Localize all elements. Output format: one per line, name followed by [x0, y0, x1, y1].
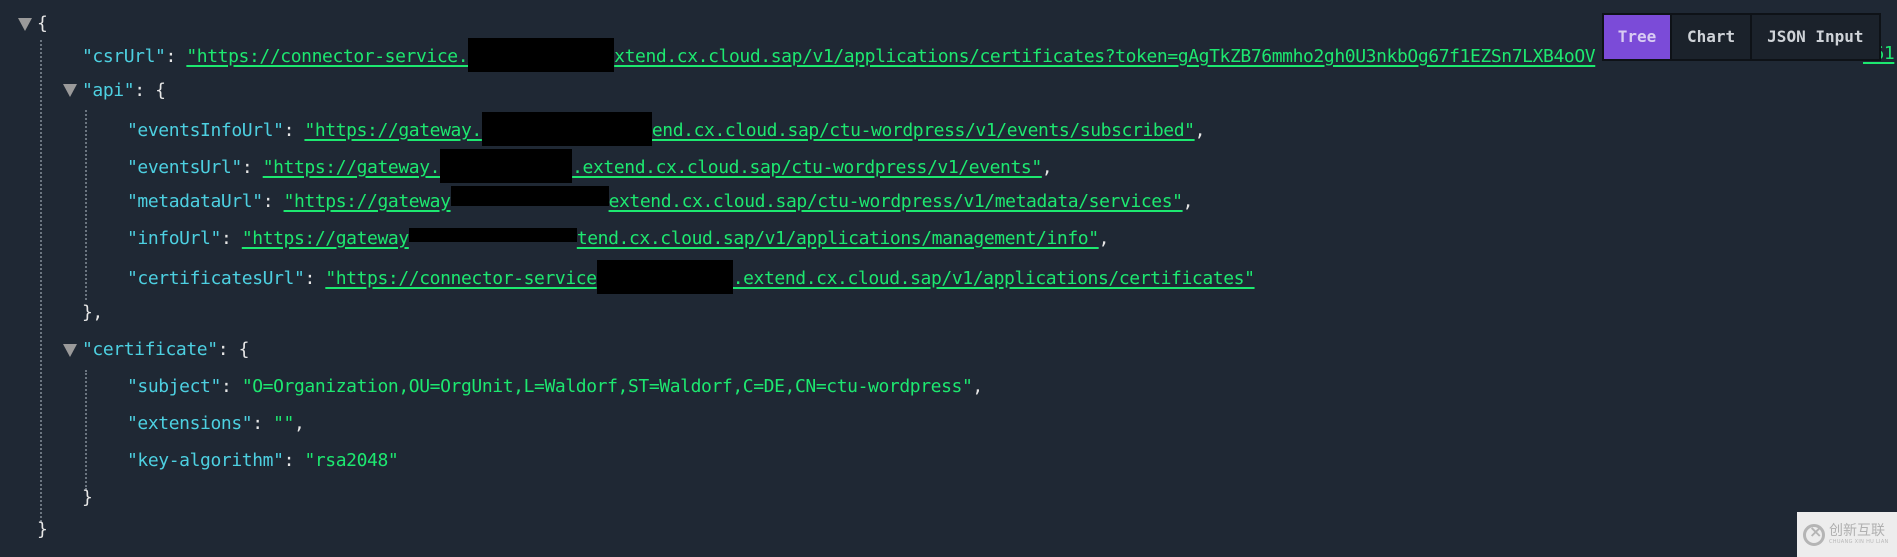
row-key-algorithm: "key-algorithm": "rsa2048": [127, 447, 399, 475]
colon: :: [252, 413, 274, 434]
colon: :: [241, 157, 263, 178]
key-key-algorithm: "key-algorithm": [127, 450, 284, 471]
colon: :: [283, 450, 305, 471]
row-api: "api": {: [82, 77, 166, 105]
key-metadataUrl: "metadataUrl": [127, 191, 263, 212]
tab-json-input[interactable]: JSON Input: [1752, 15, 1879, 59]
tab-tree[interactable]: Tree: [1604, 15, 1672, 59]
value-subject: "O=Organization,OU=OrgUnit,L=Waldorf,ST=…: [241, 376, 973, 397]
comma: ,: [1182, 191, 1194, 212]
key-subject: "subject": [127, 376, 221, 397]
link-csrUrl[interactable]: "https://connector-service. xtend.cx.clou…: [186, 38, 1596, 72]
link-eventsUrl[interactable]: "https://gateway. .extend.cx.cloud.sap/ct…: [262, 149, 1042, 183]
eventsInfoUrl-suffix: end.cx.cloud.sap/ctu-wordpress/v1/events…: [651, 120, 1195, 141]
key-eventsUrl: "eventsUrl": [127, 157, 242, 178]
eventsUrl-suffix: .extend.cx.cloud.sap/ctu-wordpress/v1/ev…: [572, 157, 1042, 178]
link-metadataUrl[interactable]: "https://gateway extend.cx.cloud.sap/ctu-…: [283, 186, 1183, 212]
comma: ,: [1098, 228, 1110, 249]
indent-guide-certificate: [85, 370, 87, 490]
certificate-close-brace: }: [82, 487, 93, 508]
api-open-brace: {: [155, 80, 166, 101]
infoUrl-suffix: tend.cx.cloud.sap/v1/applications/manage…: [576, 228, 1099, 249]
key-certificatesUrl: "certificatesUrl": [127, 268, 305, 289]
comma: ,: [972, 376, 983, 397]
root-open-brace: {: [37, 13, 48, 34]
indent-guide-root: [40, 40, 42, 522]
value-extensions: "": [273, 413, 294, 434]
colon: :: [262, 191, 284, 212]
redaction-box: [481, 112, 652, 146]
colon: :: [220, 376, 242, 397]
watermark-en: CHUANG XIN HU LIAN: [1829, 539, 1889, 545]
comma: ,: [294, 413, 305, 434]
comma: ,: [1194, 120, 1206, 141]
collapse-toggle-api-icon[interactable]: [63, 84, 77, 97]
row-extensions: "extensions": "",: [127, 410, 305, 438]
colon: :: [283, 120, 305, 141]
certificate-open-brace: {: [238, 339, 250, 360]
collapse-toggle-certificate-icon[interactable]: [63, 344, 77, 357]
row-certificatesUrl: "certificatesUrl": "https://connector-se…: [127, 260, 1255, 294]
row-eventsInfoUrl: "eventsInfoUrl": "https://gateway. end.cx…: [127, 112, 1206, 146]
redaction-box: [596, 260, 733, 294]
key-csrUrl: "csrUrl": [82, 46, 166, 67]
certificatesUrl-prefix: "https://connector-service: [325, 268, 597, 289]
link-eventsInfoUrl[interactable]: "https://gateway. end.cx.cloud.sap/ctu-wo…: [304, 112, 1195, 146]
redaction-box: [408, 228, 577, 242]
certificatesUrl-suffix: .extend.cx.cloud.sap/v1/applications/cer…: [732, 268, 1255, 289]
row-eventsUrl: "eventsUrl": "https://gateway. .extend.cx…: [127, 149, 1053, 183]
json-tree-view: { "csrUrl": "https://connector-service. x…: [0, 0, 1897, 557]
redaction-box: [450, 186, 609, 206]
row-csrUrl: "csrUrl": "https://connector-service. xte…: [82, 38, 1596, 72]
row-certificate: "certificate": {: [82, 336, 249, 364]
key-certificate: "certificate": [82, 339, 218, 360]
colon: :: [134, 80, 156, 101]
key-infoUrl: "infoUrl": [127, 228, 221, 249]
eventsInfoUrl-prefix: "https://gateway.: [304, 120, 482, 141]
csrUrl-prefix: "https://connector-service.: [186, 46, 469, 67]
colon: :: [217, 339, 239, 360]
watermark: 创新互联 CHUANG XIN HU LIAN: [1797, 512, 1897, 557]
key-extensions: "extensions": [127, 413, 253, 434]
csrUrl-suffix: xtend.cx.cloud.sap/v1/applications/certi…: [614, 46, 1596, 67]
watermark-text: 创新互联 CHUANG XIN HU LIAN: [1829, 524, 1889, 545]
row-subject: "subject": "O=Organization,OU=OrgUnit,L=…: [127, 373, 983, 401]
comma: ,: [1041, 157, 1053, 178]
key-eventsInfoUrl: "eventsInfoUrl": [127, 120, 284, 141]
colon: :: [304, 268, 326, 289]
redaction-box: [440, 149, 573, 183]
row-metadataUrl: "metadataUrl": "https://gateway extend.cx…: [127, 186, 1194, 216]
metadataUrl-prefix: "https://gateway: [283, 191, 451, 212]
link-certificatesUrl[interactable]: "https://connector-service .extend.cx.clo…: [325, 260, 1255, 294]
eventsUrl-prefix: "https://gateway.: [262, 157, 441, 178]
link-infoUrl[interactable]: "https://gateway tend.cx.cloud.sap/v1/app…: [242, 228, 1099, 249]
row-infoUrl: "infoUrl": "https://gateway tend.cx.cloud…: [127, 225, 1110, 253]
redaction-box: [468, 38, 615, 72]
root-close-brace: }: [37, 519, 48, 540]
indent-guide-api: [85, 110, 87, 300]
colon: :: [165, 46, 187, 67]
view-tabs: Tree Chart JSON Input: [1602, 13, 1881, 61]
infoUrl-prefix: "https://gateway: [241, 228, 409, 249]
value-key-algorithm: "rsa2048": [304, 450, 399, 471]
tab-chart[interactable]: Chart: [1672, 15, 1753, 59]
collapse-toggle-root-icon[interactable]: [18, 18, 32, 31]
watermark-logo-icon: [1803, 522, 1825, 546]
key-api: "api": [82, 80, 135, 101]
api-close-brace: },: [82, 302, 103, 323]
metadataUrl-suffix: extend.cx.cloud.sap/ctu-wordpress/v1/met…: [608, 191, 1183, 212]
watermark-cn: 创新互联: [1829, 523, 1885, 539]
colon: :: [220, 228, 242, 249]
